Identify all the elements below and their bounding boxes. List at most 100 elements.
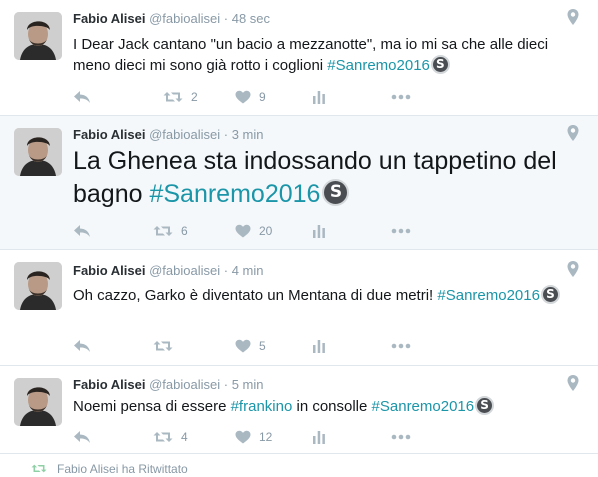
hashtag-link[interactable]: #Sanremo2016 <box>327 57 430 74</box>
location-pin-icon[interactable] <box>566 8 580 26</box>
reply-icon <box>74 431 90 443</box>
tweet[interactable]: Fabio Alisei @fabioalisei · 48 sec I Dea… <box>0 0 598 116</box>
author-handle[interactable]: @fabioalisei <box>149 263 220 278</box>
timeline: Fabio Alisei @fabioalisei · 48 sec I Dea… <box>0 0 598 476</box>
more-dots-icon <box>391 343 411 349</box>
retweet-context-icon <box>31 463 47 477</box>
more-dots-icon <box>391 434 411 440</box>
retweet-icon <box>153 226 173 236</box>
like-count: 12 <box>259 430 273 444</box>
timestamp[interactable]: 48 sec <box>232 11 270 26</box>
avatar[interactable] <box>14 262 62 310</box>
like-heart-icon <box>235 430 251 444</box>
avatar[interactable] <box>14 128 62 176</box>
avatar[interactable] <box>14 12 62 60</box>
author-name[interactable]: Fabio Alisei <box>73 11 145 26</box>
tweet-header: Fabio Alisei @fabioalisei · 48 sec <box>73 11 270 26</box>
location-pin-icon[interactable] <box>566 260 580 278</box>
reply-icon <box>74 91 90 103</box>
analytics-button[interactable] <box>313 222 325 240</box>
author-name[interactable]: Fabio Alisei <box>73 377 145 392</box>
author-handle[interactable]: @fabioalisei <box>149 377 220 392</box>
retweet-icon <box>153 432 173 442</box>
tweet-header: Fabio Alisei @fabioalisei · 4 min <box>73 263 264 278</box>
tweet-actions: 6 20 <box>73 222 433 240</box>
author-handle[interactable]: @fabioalisei <box>149 11 220 26</box>
hashtag-link[interactable]: #Sanremo2016 <box>437 287 540 304</box>
like-heart-icon <box>235 339 251 353</box>
location-pin-icon[interactable] <box>566 374 580 392</box>
more-button[interactable] <box>391 428 411 446</box>
tweet-text: Oh cazzo, Garko è diventato un Mentana d… <box>73 284 583 306</box>
reply-button[interactable] <box>73 222 91 240</box>
like-button[interactable]: 12 <box>235 428 272 446</box>
like-count: 20 <box>259 224 273 238</box>
reply-icon <box>74 340 90 352</box>
analytics-icon <box>313 340 325 353</box>
reply-button[interactable] <box>73 337 91 355</box>
reply-button[interactable] <box>73 428 91 446</box>
like-heart-icon <box>235 224 251 238</box>
analytics-button[interactable] <box>313 88 325 106</box>
retweet-count: 2 <box>191 90 198 104</box>
location-pin-icon[interactable] <box>566 124 580 142</box>
analytics-button[interactable] <box>313 428 325 446</box>
retweet-count: 6 <box>181 224 188 238</box>
author-name[interactable]: Fabio Alisei <box>73 127 145 142</box>
like-button[interactable]: 5 <box>235 337 266 355</box>
analytics-button[interactable] <box>313 337 325 355</box>
retweet-context[interactable]: Fabio Alisei ha Ritwittato <box>31 462 188 477</box>
tweet-actions: 5 <box>73 337 433 355</box>
retweet-icon <box>153 341 173 351</box>
more-dots-icon <box>391 94 411 100</box>
retweet-button[interactable] <box>153 337 181 355</box>
tweet-actions: 4 12 <box>73 428 433 446</box>
retweet-button[interactable]: 4 <box>153 428 188 446</box>
like-button[interactable]: 9 <box>235 88 266 106</box>
more-dots-icon <box>391 228 411 234</box>
timestamp[interactable]: 3 min <box>232 127 264 142</box>
like-count: 5 <box>259 339 266 353</box>
tweet-text: Noemi pensa di essere #frankino in conso… <box>73 395 583 417</box>
tweet-text: I Dear Jack cantano "un bacio a mezzanot… <box>73 34 583 76</box>
tweet[interactable]: Fabio Alisei @fabioalisei · 5 min Noemi … <box>0 366 598 454</box>
timestamp[interactable]: 5 min <box>232 377 264 392</box>
retweet-button[interactable]: 2 <box>163 88 198 106</box>
separator: · <box>223 11 229 26</box>
separator: · <box>223 127 229 142</box>
tweet-text-body: I Dear Jack cantano "un bacio a mezzanot… <box>73 36 549 74</box>
more-button[interactable] <box>391 222 411 240</box>
more-button[interactable] <box>391 88 411 106</box>
retweet-icon <box>163 92 183 102</box>
tweet-actions: 2 9 <box>73 88 433 106</box>
analytics-icon <box>313 225 325 238</box>
avatar[interactable] <box>14 378 62 426</box>
tweet[interactable]: Fabio Alisei @fabioalisei · 4 min Oh caz… <box>0 250 598 366</box>
like-heart-icon <box>235 90 251 104</box>
like-count: 9 <box>259 90 266 104</box>
tweet[interactable]: Fabio Alisei @fabioalisei · 3 min La Ghe… <box>0 116 598 250</box>
tweet-text-middle: in consolle <box>292 398 372 415</box>
separator: · <box>223 263 229 278</box>
more-button[interactable] <box>391 337 411 355</box>
hashtag-link[interactable]: #frankino <box>231 398 293 415</box>
author-handle[interactable]: @fabioalisei <box>149 127 220 142</box>
tweet-text-body: Noemi pensa di essere <box>73 398 231 415</box>
like-button[interactable]: 20 <box>235 222 272 240</box>
reply-button[interactable] <box>73 88 91 106</box>
retweet-context-label: Fabio Alisei ha Ritwittato <box>57 462 188 476</box>
tweet-header: Fabio Alisei @fabioalisei · 3 min <box>73 127 264 142</box>
retweet-count: 4 <box>181 430 188 444</box>
sanremo-badge-icon: S <box>475 395 495 415</box>
tweet-text-body: Oh cazzo, Garko è diventato un Mentana d… <box>73 287 438 304</box>
sanremo-badge-icon: S <box>322 179 350 207</box>
hashtag-link[interactable]: #Sanremo2016 <box>149 180 320 208</box>
tweet-text: La Ghenea sta indossando un tappetino de… <box>73 145 583 211</box>
timestamp[interactable]: 4 min <box>232 263 264 278</box>
retweet-button[interactable]: 6 <box>153 222 188 240</box>
tweet-header: Fabio Alisei @fabioalisei · 5 min <box>73 377 264 392</box>
reply-icon <box>74 225 90 237</box>
sanremo-badge-icon: S <box>540 284 560 304</box>
hashtag-link[interactable]: #Sanremo2016 <box>372 398 475 415</box>
author-name[interactable]: Fabio Alisei <box>73 263 145 278</box>
